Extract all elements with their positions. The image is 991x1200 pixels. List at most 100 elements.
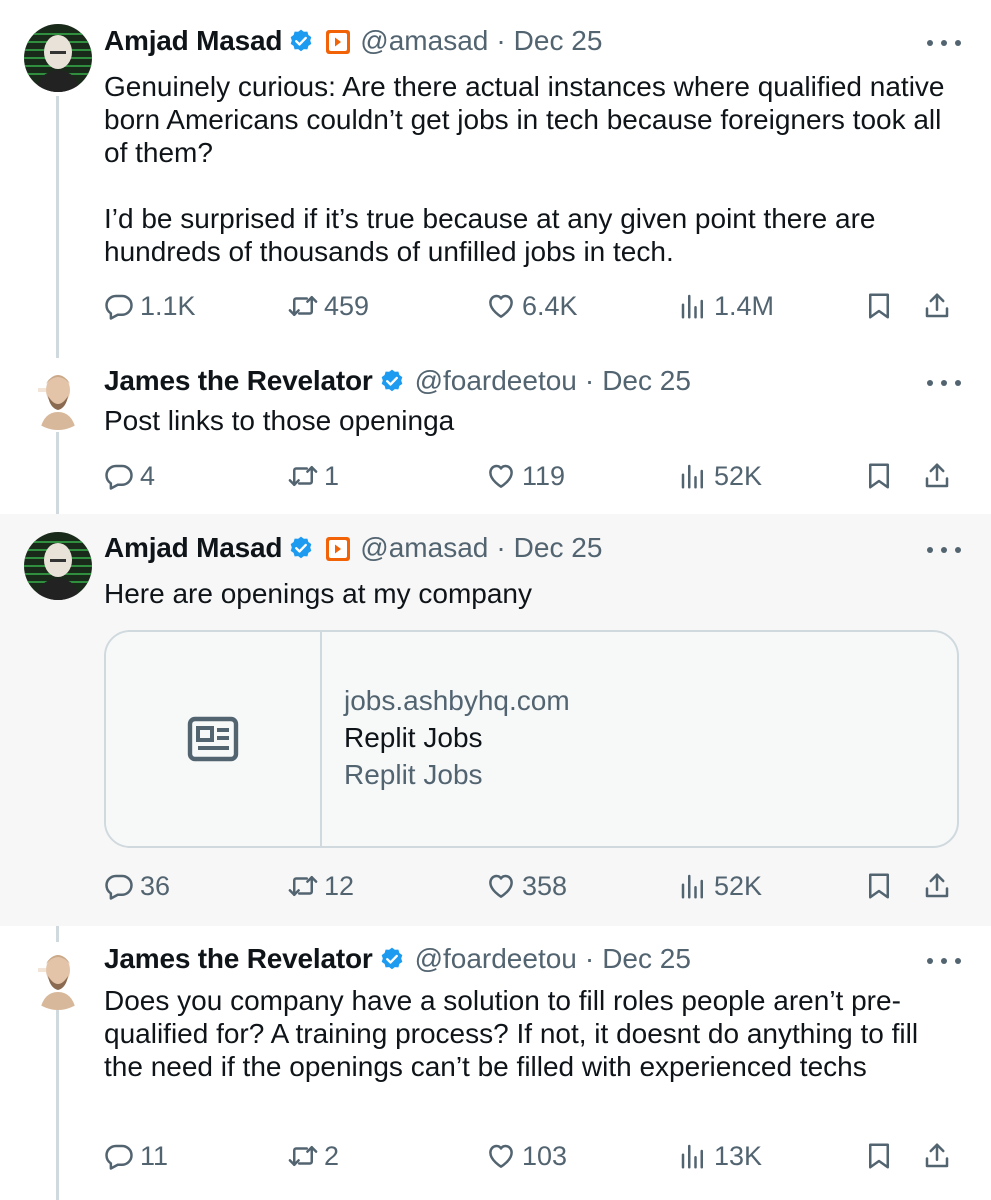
author-handle[interactable]: @amasad — [360, 532, 488, 564]
bookmark-button[interactable] — [864, 456, 898, 496]
tweet-date[interactable]: Dec 25 — [514, 25, 603, 57]
verified-badge-icon — [379, 946, 405, 972]
reply-button[interactable]: 4 — [104, 456, 155, 496]
action-bar: 4 1 119 52K — [104, 456, 964, 496]
heart-icon — [489, 1144, 513, 1168]
bookmark-button[interactable] — [864, 286, 898, 326]
bookmark-button[interactable] — [864, 1136, 898, 1176]
share-button[interactable] — [922, 286, 956, 326]
tweet-highlighted[interactable]: Amjad Masad @amasad · Dec 25 Here are op… — [0, 514, 991, 926]
like-count: 103 — [522, 1140, 568, 1171]
avatar-james[interactable] — [24, 942, 92, 1010]
author-name[interactable]: Amjad Masad — [104, 25, 282, 57]
action-bar: 1.1K 459 6.4K 1.4M — [104, 286, 964, 326]
tweet-date[interactable]: Dec 25 — [602, 365, 691, 397]
repost-count: 12 — [324, 870, 355, 901]
replit-affiliate-icon[interactable] — [326, 29, 351, 54]
repost-button[interactable]: 12 — [288, 866, 354, 906]
repost-icon — [288, 296, 318, 316]
share-button[interactable] — [922, 456, 956, 496]
author-handle[interactable]: @foardeetou — [415, 365, 577, 397]
like-count: 358 — [522, 870, 568, 901]
more-options-icon[interactable] — [927, 37, 961, 49]
separator-dot: · — [496, 25, 506, 56]
view-count: 13K — [714, 1140, 763, 1171]
repost-icon — [288, 1146, 318, 1166]
card-description: Replit Jobs — [344, 759, 483, 790]
tweet[interactable]: Amjad Masad @amasad · Dec 25 Genuinely c… — [0, 0, 991, 350]
view-count: 52K — [714, 460, 763, 491]
views-chart-icon — [681, 464, 703, 489]
bookmark-icon — [869, 1143, 889, 1169]
view-count: 1.4M — [714, 290, 775, 321]
bookmark-button[interactable] — [864, 866, 898, 906]
repost-count: 1 — [324, 460, 340, 491]
like-count: 119 — [522, 460, 566, 491]
more-options-icon[interactable] — [927, 955, 961, 967]
repost-count: 459 — [324, 290, 370, 321]
views-button[interactable]: 52K — [678, 866, 762, 906]
tweet-date[interactable]: Dec 25 — [602, 943, 691, 975]
share-icon — [925, 873, 949, 898]
views-chart-icon — [681, 874, 703, 899]
verified-badge-icon — [288, 535, 314, 561]
tweet[interactable]: James the Revelator @foardeetou · Dec 25… — [0, 350, 991, 514]
repost-button[interactable]: 1 — [288, 456, 339, 496]
more-options-icon[interactable] — [927, 544, 961, 556]
author-name[interactable]: James the Revelator — [104, 943, 373, 975]
card-thumbnail — [106, 632, 322, 846]
tweet-text: Here are openings at my company — [104, 578, 532, 609]
reply-count: 11 — [140, 1140, 169, 1171]
author-handle[interactable]: @amasad — [360, 25, 488, 57]
views-button[interactable]: 1.4M — [678, 286, 774, 326]
bookmark-icon — [869, 873, 889, 899]
views-button[interactable]: 13K — [678, 1136, 762, 1176]
repost-icon — [288, 876, 318, 896]
tweet[interactable]: James the Revelator @foardeetou · Dec 25… — [0, 926, 991, 1200]
card-domain: jobs.ashbyhq.com — [344, 685, 570, 716]
article-icon — [187, 716, 239, 762]
reply-icon — [105, 874, 133, 900]
avatar-james[interactable] — [24, 362, 92, 430]
tweet-text: Does you company have a solution to fill… — [104, 985, 919, 1082]
like-button[interactable]: 6.4K — [486, 286, 578, 326]
reply-button[interactable]: 11 — [104, 1136, 168, 1176]
share-icon — [925, 1143, 949, 1168]
author-name[interactable]: James the Revelator — [104, 365, 373, 397]
reply-button[interactable]: 1.1K — [104, 286, 196, 326]
heart-icon — [489, 874, 513, 898]
reply-button[interactable]: 36 — [104, 866, 170, 906]
tweet-date[interactable]: Dec 25 — [514, 532, 603, 564]
action-bar: 36 12 358 52K — [104, 866, 964, 906]
verified-badge-icon — [379, 368, 405, 394]
repost-button[interactable]: 459 — [288, 286, 369, 326]
like-count: 6.4K — [522, 290, 578, 321]
share-icon — [925, 293, 949, 318]
like-button[interactable]: 103 — [486, 1136, 567, 1176]
like-button[interactable]: 358 — [486, 866, 567, 906]
share-icon — [925, 463, 949, 488]
bookmark-icon — [869, 293, 889, 319]
share-button[interactable] — [922, 866, 956, 906]
views-button[interactable]: 52K — [678, 456, 762, 496]
author-handle[interactable]: @foardeetou — [415, 943, 577, 975]
avatar-amjad[interactable] — [24, 532, 92, 600]
repost-count: 2 — [324, 1140, 340, 1171]
author-name[interactable]: Amjad Masad — [104, 532, 282, 564]
reply-icon — [105, 464, 133, 490]
reply-icon — [105, 1144, 133, 1170]
more-options-icon[interactable] — [927, 377, 961, 389]
tweet-header: James the Revelator @foardeetou · Dec 25 — [104, 941, 691, 977]
separator-dot: · — [584, 943, 595, 974]
card-details: jobs.ashbyhq.com Replit Jobs Replit Jobs — [344, 682, 570, 793]
share-button[interactable] — [922, 1136, 956, 1176]
reply-icon — [105, 294, 133, 320]
avatar-amjad[interactable] — [24, 24, 92, 92]
replit-affiliate-icon[interactable] — [326, 536, 351, 561]
reply-count: 36 — [140, 870, 171, 901]
repost-button[interactable]: 2 — [288, 1136, 339, 1176]
bookmark-icon — [869, 463, 889, 489]
tweet-text: Genuinely curious: Are there actual inst… — [104, 71, 945, 267]
link-card[interactable]: jobs.ashbyhq.com Replit Jobs Replit Jobs — [104, 630, 959, 848]
like-button[interactable]: 119 — [486, 456, 565, 496]
